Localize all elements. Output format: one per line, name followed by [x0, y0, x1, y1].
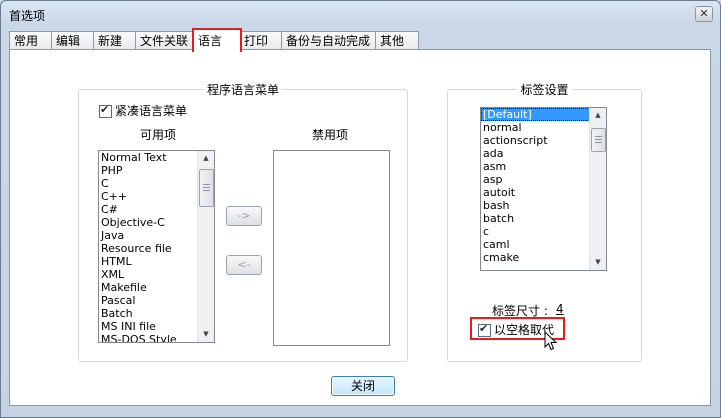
language-menu-group-title: 程序语言菜单	[203, 83, 282, 97]
language-menu-group: 程序语言菜单 紧凑语言菜单 可用项 禁用项 Normal TextPHPCC++…	[78, 83, 408, 362]
tab-language-item[interactable]: asp	[481, 173, 606, 186]
tab-list-scrollbar[interactable]: ▲ ▼	[589, 108, 606, 270]
tab-edit[interactable]: 编辑	[51, 31, 95, 50]
tab-language-item[interactable]: actionscript	[481, 134, 606, 147]
tab-backup-autocomplete[interactable]: 备份与自动完成	[281, 31, 377, 50]
move-right-button[interactable]: ->	[226, 206, 262, 226]
preferences-dialog: 首选项 ✕ 常用 编辑 新建 文件关联 语言 打印 备份与自动完成 其他 程序语…	[0, 0, 721, 418]
title-bar: 首选项 ✕	[1, 1, 720, 27]
tab-language-item[interactable]: ada	[481, 147, 606, 160]
tab-language-item[interactable]: bash	[481, 199, 606, 212]
tab-language-item[interactable]: normal	[481, 121, 606, 134]
tab-general[interactable]: 常用	[9, 31, 53, 50]
compact-menu-label: 紧凑语言菜单	[115, 104, 188, 118]
scroll-thumb[interactable]	[591, 128, 606, 152]
close-button[interactable]: 关闭	[331, 376, 395, 396]
scroll-up-icon[interactable]: ▲	[198, 151, 214, 166]
tab-file-association[interactable]: 文件关联	[135, 31, 193, 50]
tab-language-item[interactable]: autoit	[481, 186, 606, 199]
tab-new[interactable]: 新建	[93, 31, 137, 50]
tab-settings-group-title: 标签设置	[517, 83, 572, 97]
scroll-down-icon[interactable]: ▼	[198, 327, 214, 342]
disabled-items-label: 禁用项	[312, 128, 349, 142]
close-window-button[interactable]: ✕	[695, 6, 713, 22]
tab-print[interactable]: 打印	[239, 31, 283, 50]
compact-menu-checkbox[interactable]: 紧凑语言菜单	[99, 102, 187, 119]
scroll-up-icon[interactable]: ▲	[590, 108, 606, 123]
language-tab-panel: 程序语言菜单 紧凑语言菜单 可用项 禁用项 Normal TextPHPCC++…	[9, 49, 711, 406]
move-left-button[interactable]: <-	[226, 255, 262, 275]
tab-language-item[interactable]: asm	[481, 160, 606, 173]
compact-menu-checkbox-box[interactable]	[99, 103, 112, 118]
tab-language-item[interactable]: caml	[481, 238, 606, 251]
mouse-pointer-icon	[544, 331, 558, 351]
tab-language-item[interactable]: cmake	[481, 251, 606, 264]
available-list-scrollbar[interactable]: ▲ ▼	[197, 151, 214, 342]
scroll-down-icon[interactable]: ▼	[590, 255, 606, 270]
tab-misc[interactable]: 其他	[375, 31, 419, 50]
tab-language-item[interactable]: [Default]	[481, 108, 606, 121]
disabled-items-list[interactable]	[273, 150, 390, 346]
available-items-label: 可用项	[140, 128, 177, 142]
tab-language-item[interactable]: c	[481, 225, 606, 238]
available-items-list[interactable]: Normal Text PHP C C++ C# Objective-C Java Resou…	[98, 150, 215, 343]
scroll-thumb[interactable]	[199, 169, 214, 207]
tab-strip: 常用 编辑 新建 文件关联 语言 打印 备份与自动完成 其他	[9, 28, 709, 52]
tab-language-item[interactable]: batch	[481, 212, 606, 225]
tab-size-value[interactable]: 4	[556, 302, 564, 316]
window-title: 首选项	[9, 9, 46, 23]
tab-language-list[interactable]: [Default] normal actionscript ada asm asp auto…	[480, 107, 607, 271]
tab-language[interactable]: 语言	[192, 28, 242, 52]
